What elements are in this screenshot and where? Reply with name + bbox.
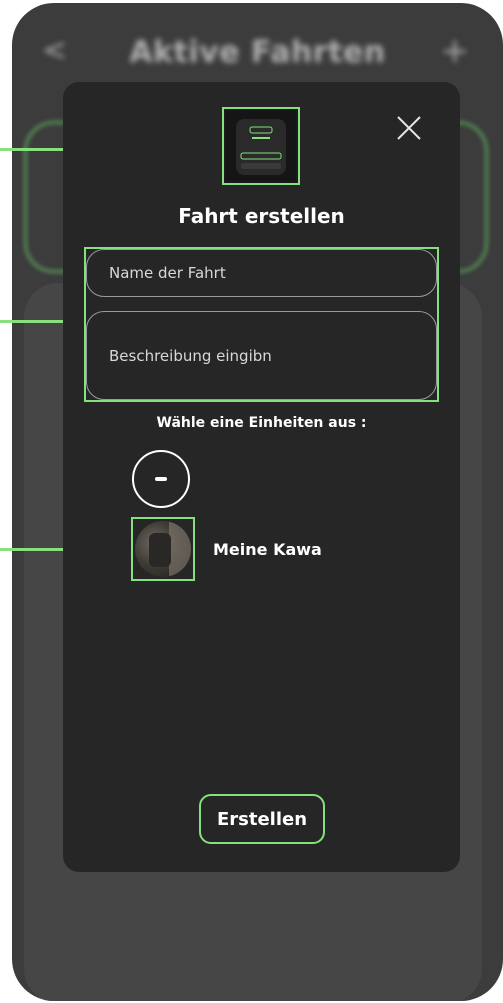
add-icon: + [440,31,470,71]
trip-description-input[interactable] [86,311,437,400]
unit-avatar-frame [131,517,195,581]
unit-avatar [135,521,191,577]
trip-name-input[interactable] [86,249,437,297]
screen-thumbnail-image [226,111,296,181]
create-button[interactable]: Erstellen [199,794,325,844]
modal-title: Fahrt erstellen [178,204,345,228]
unit-name: Meine Kawa [213,539,322,559]
trip-fields [84,247,439,402]
create-trip-modal: Fahrt erstellen Wähle eine Einheiten aus… [63,82,460,872]
background-title: Aktive Fahrten [129,35,386,70]
remove-unit-button[interactable] [132,450,190,508]
close-icon[interactable] [393,112,425,144]
unit-item[interactable]: Meine Kawa [131,516,391,582]
units-label: Wähle eine Einheiten aus : [156,415,367,431]
minus-icon [155,477,167,481]
screen-thumbnail [222,107,300,185]
